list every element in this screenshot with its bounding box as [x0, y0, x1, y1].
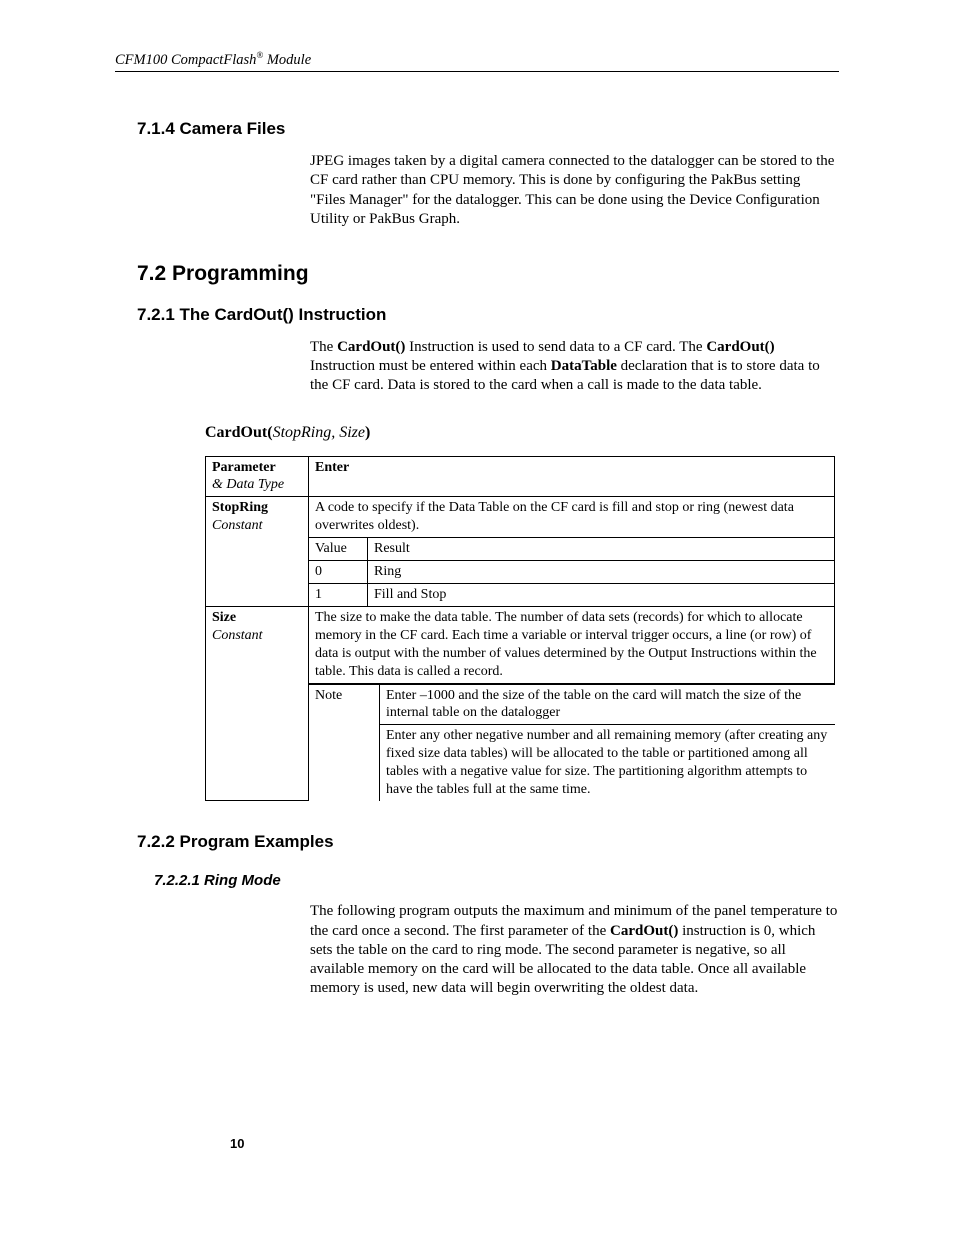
label: Constant: [212, 518, 263, 533]
page-number: 10: [230, 1136, 244, 1153]
note2-text: Enter any other negative number and all …: [380, 725, 835, 801]
cell-size-desc: The size to make the data table. The num…: [309, 606, 835, 683]
note-label: Note: [309, 684, 380, 724]
para-7-2-1: The CardOut() Instruction is used to sen…: [310, 338, 839, 396]
th-enter: Enter: [309, 456, 835, 497]
syntax-fn: CardOut(: [205, 424, 273, 441]
syntax-close: ): [365, 424, 370, 441]
label: StopRing: [212, 500, 268, 515]
para-7-1-4: JPEG images taken by a digital camera co…: [310, 152, 839, 229]
heading-7-2-2-1: 7.2.2.1 Ring Mode: [154, 871, 839, 890]
label: Constant: [212, 628, 263, 643]
text: Instruction must be entered within each: [310, 358, 551, 374]
cell-value-0: 0: [309, 561, 368, 584]
cell-stopring-name: StopRing Constant: [206, 497, 309, 607]
label: & Data Type: [212, 477, 284, 492]
cardout-bold: CardOut(): [610, 923, 678, 939]
cell-result-ring: Ring: [368, 561, 835, 584]
text: The: [310, 339, 337, 355]
heading-7-2-1: 7.2.1 The CardOut() Instruction: [137, 304, 839, 326]
cardout-bold: CardOut(): [337, 339, 405, 355]
header-product: CFM100 CompactFlash: [115, 52, 256, 68]
label: Parameter: [212, 460, 276, 475]
cell-size-note1: Note Enter –1000 and the size of the tab…: [309, 683, 835, 724]
parameter-table: Parameter & Data Type Enter StopRing Con…: [205, 456, 835, 802]
cell-value-1: 1: [309, 583, 368, 606]
th-result: Result: [368, 538, 835, 561]
th-value: Value: [309, 538, 368, 561]
th-parameter: Parameter & Data Type: [206, 456, 309, 497]
cell-result-fillstop: Fill and Stop: [368, 583, 835, 606]
cell-size-name: Size Constant: [206, 606, 309, 801]
note1-text: Enter –1000 and the size of the table on…: [380, 684, 835, 724]
text: Instruction is used to send data to a CF…: [405, 339, 706, 355]
header-suffix: Module: [263, 52, 311, 68]
cardout-bold: CardOut(): [706, 339, 774, 355]
syntax-line: CardOut(StopRing, Size): [205, 423, 839, 443]
heading-7-2: 7.2 Programming: [137, 261, 839, 288]
note-spacer: [309, 725, 380, 801]
label: Size: [212, 610, 236, 625]
heading-7-2-2: 7.2.2 Program Examples: [137, 831, 839, 853]
page-header: CFM100 CompactFlash® Module: [115, 50, 839, 72]
cell-stopring-desc: A code to specify if the Data Table on t…: [309, 497, 835, 538]
datatable-bold: DataTable: [551, 358, 617, 374]
para-7-2-2-1: The following program outputs the maximu…: [310, 902, 839, 998]
heading-7-1-4: 7.1.4 Camera Files: [137, 118, 839, 140]
syntax-args: StopRing, Size: [273, 424, 365, 441]
cell-size-note2: Enter any other negative number and all …: [309, 724, 835, 801]
